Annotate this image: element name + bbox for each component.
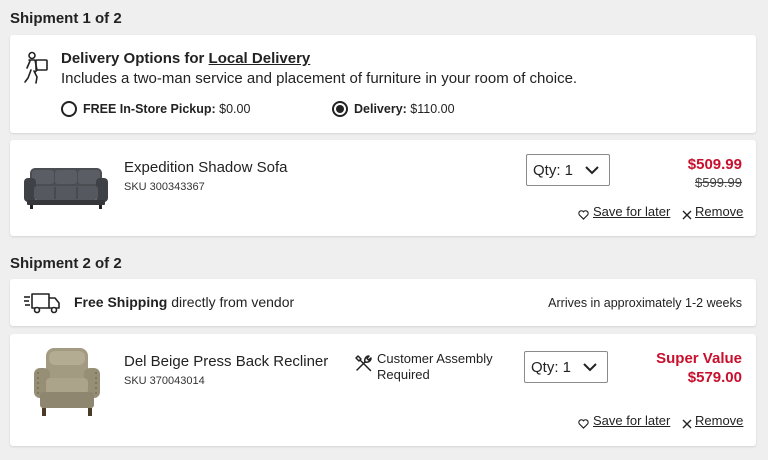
sofa-qty-value: Qty: 1 bbox=[533, 162, 574, 179]
delivery-person-icon bbox=[22, 51, 50, 90]
heart-icon bbox=[578, 416, 589, 434]
chevron-down-icon bbox=[583, 363, 597, 372]
delivery-heading-prefix: Delivery Options for bbox=[61, 50, 209, 67]
close-icon bbox=[682, 207, 692, 225]
delivery-option-text: Delivery: $110.00 bbox=[354, 102, 455, 116]
delivery-label: Delivery: bbox=[354, 102, 407, 116]
recliner-qty-select[interactable]: Qty: 1 bbox=[524, 351, 608, 383]
sofa-sale-price: $509.99 bbox=[687, 156, 742, 173]
close-icon bbox=[682, 416, 692, 434]
delivery-options-card: Delivery Options for Local Delivery Incl… bbox=[10, 35, 756, 133]
recliner-product-name[interactable]: Del Beige Press Back Recliner bbox=[124, 353, 328, 370]
cart-item-sofa: Expedition Shadow Sofa SKU 300343367 Qty… bbox=[10, 140, 756, 236]
sofa-save-for-later[interactable]: Save for later bbox=[593, 204, 670, 219]
free-shipping-bold: Free Shipping bbox=[74, 294, 168, 310]
free-shipping-card: Free Shipping directly from vendor Arriv… bbox=[10, 279, 756, 326]
delivery-price: $110.00 bbox=[410, 102, 455, 116]
sofa-remove[interactable]: Remove bbox=[695, 204, 743, 219]
sofa-original-price: $599.99 bbox=[695, 175, 742, 190]
assembly-notice: Customer Assembly Required bbox=[377, 351, 493, 382]
sofa-product-name[interactable]: Expedition Shadow Sofa bbox=[124, 159, 287, 176]
shipment-1-title: Shipment 1 of 2 bbox=[10, 10, 122, 27]
delivery-truck-icon bbox=[24, 292, 62, 319]
delivery-heading: Delivery Options for Local Delivery bbox=[61, 50, 310, 67]
recliner-price: $579.00 bbox=[687, 369, 742, 386]
super-value-badge: Super Value bbox=[656, 350, 742, 367]
pickup-label: FREE In-Store Pickup: bbox=[83, 102, 216, 116]
pickup-option-text: FREE In-Store Pickup: $0.00 bbox=[83, 102, 250, 116]
pickup-option[interactable]: FREE In-Store Pickup: $0.00 bbox=[61, 101, 261, 121]
heart-icon bbox=[578, 207, 589, 225]
sofa-image[interactable] bbox=[24, 164, 108, 215]
chevron-down-icon bbox=[585, 166, 599, 175]
recliner-qty-value: Qty: 1 bbox=[531, 359, 572, 376]
sofa-sku: SKU 300343367 bbox=[124, 181, 205, 193]
shipment-2-title: Shipment 2 of 2 bbox=[10, 255, 122, 272]
free-shipping-rest: directly from vendor bbox=[167, 294, 295, 310]
local-delivery-link[interactable]: Local Delivery bbox=[209, 50, 311, 67]
tools-icon bbox=[354, 353, 374, 378]
recliner-save-for-later[interactable]: Save for later bbox=[593, 413, 670, 428]
cart-item-recliner: Del Beige Press Back Recliner SKU 370043… bbox=[10, 334, 756, 446]
arrival-estimate: Arrives in approximately 1-2 weeks bbox=[548, 296, 742, 310]
delivery-option[interactable]: Delivery: $110.00 bbox=[332, 101, 482, 121]
pickup-radio[interactable] bbox=[61, 101, 77, 117]
recliner-remove[interactable]: Remove bbox=[695, 413, 743, 428]
recliner-sku: SKU 370043014 bbox=[124, 375, 205, 387]
delivery-radio[interactable] bbox=[332, 101, 348, 117]
free-shipping-text: Free Shipping directly from vendor bbox=[74, 294, 294, 310]
delivery-description: Includes a two-man service and placement… bbox=[61, 70, 578, 87]
pickup-price: $0.00 bbox=[219, 102, 251, 116]
sofa-qty-select[interactable]: Qty: 1 bbox=[526, 154, 610, 186]
recliner-image[interactable] bbox=[32, 346, 102, 423]
